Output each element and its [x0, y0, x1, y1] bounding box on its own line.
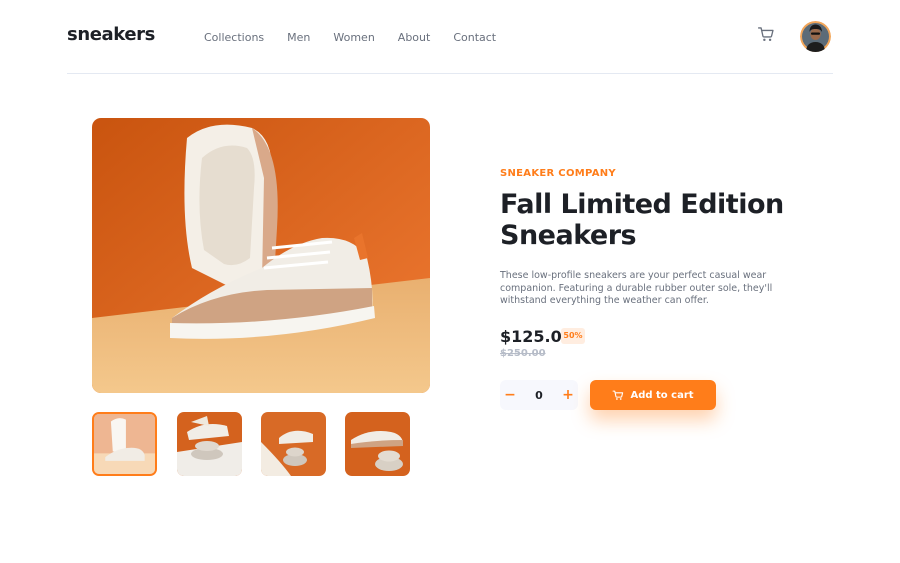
nav-about[interactable]: About [398, 31, 431, 44]
quantity-input[interactable] [524, 380, 554, 410]
discount-badge: 50% [561, 328, 585, 344]
nav-women[interactable]: Women [333, 31, 374, 44]
thumbnail-1[interactable] [92, 412, 157, 476]
quantity-stepper: − + [500, 380, 578, 410]
add-to-cart-button[interactable]: Add to cart [590, 380, 716, 410]
plus-button[interactable]: + [556, 380, 580, 410]
thumbnail-4[interactable] [345, 412, 410, 476]
main-nav: Collections Men Women About Contact [204, 31, 519, 44]
thumbnail-3[interactable] [261, 412, 326, 476]
nav-contact[interactable]: Contact [453, 31, 496, 44]
logo[interactable]: sneakers [67, 24, 155, 45]
product-title: Fall Limited Edition Sneakers [500, 189, 784, 251]
main-product-image[interactable] [92, 118, 430, 393]
original-price: $250.00 [500, 348, 546, 359]
site-header: sneakers Collections Men Women About Con… [67, 0, 833, 74]
nav-men[interactable]: Men [287, 31, 310, 44]
product-description: These low-profile sneakers are your perf… [500, 270, 773, 306]
user-avatar[interactable] [800, 21, 831, 52]
thumbnail-2[interactable] [177, 412, 242, 476]
nav-collections[interactable]: Collections [204, 31, 264, 44]
add-to-cart-label: Add to cart [630, 389, 694, 401]
cart-icon[interactable] [757, 26, 777, 46]
company-label: SNEAKER COMPANY [500, 168, 616, 179]
cart-icon [613, 390, 624, 400]
minus-button[interactable]: − [498, 380, 522, 410]
